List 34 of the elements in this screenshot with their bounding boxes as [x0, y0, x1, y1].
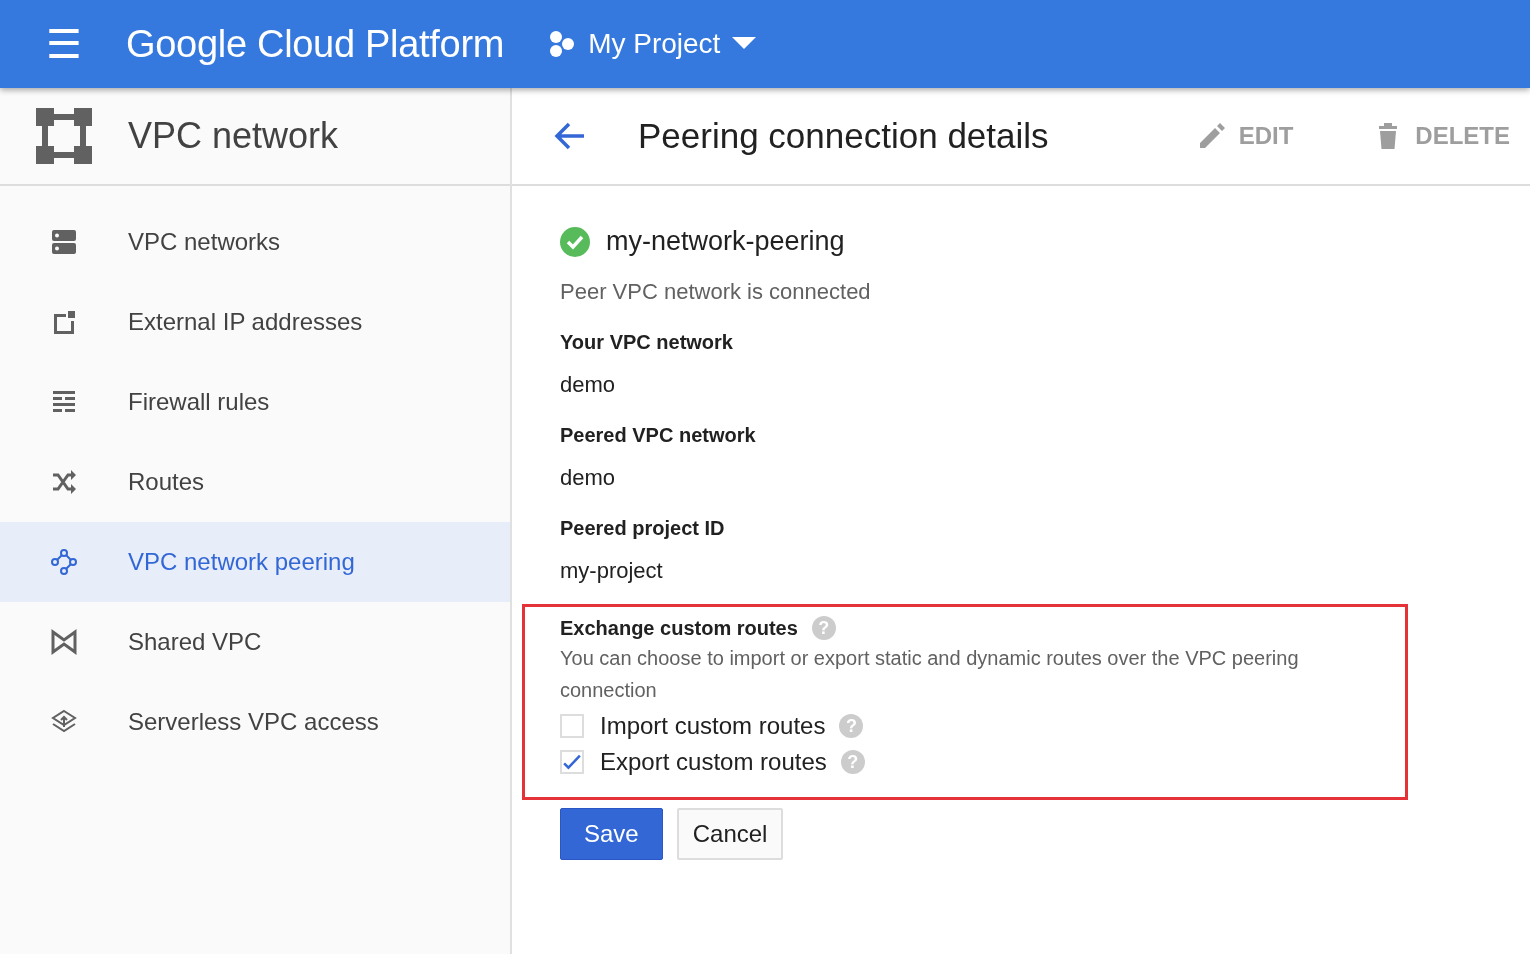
field-value: demo — [560, 372, 617, 398]
status-text: Peer VPC network is connected — [560, 279, 872, 305]
sidebar-item[interactable]: VPC network peering — [0, 522, 510, 602]
sidebar-item[interactable]: Serverless VPC access — [0, 682, 510, 762]
checkbox-label: Export custom routes — [600, 748, 827, 776]
sidebar-item[interactable]: Routes — [0, 442, 510, 522]
field-value: my-project — [560, 558, 664, 584]
section-title: Exchange custom routes — [560, 616, 798, 640]
checkbox[interactable] — [560, 714, 584, 738]
field-label: Your VPC network — [560, 331, 734, 354]
save-button[interactable]: Save — [560, 808, 663, 860]
nav-icon — [50, 548, 78, 576]
cancel-button[interactable]: Cancel — [676, 808, 784, 860]
nav-icon — [50, 468, 78, 496]
field-label: Peered VPC network — [560, 424, 757, 447]
checkbox[interactable] — [560, 750, 584, 774]
project-icon — [548, 30, 577, 58]
nav-icon — [50, 628, 78, 656]
sidebar-item[interactable]: Shared VPC — [0, 602, 510, 682]
peering-name: my-network-peering — [606, 226, 845, 257]
caret-icon — [732, 37, 757, 51]
sidebar-item[interactable]: VPC networks — [0, 202, 510, 282]
brand-name[interactable]: Google Cloud Platform — [126, 22, 505, 66]
network-logo-icon — [36, 108, 92, 164]
sidebar-item[interactable]: External IP addresses — [0, 282, 510, 362]
section-description: You can choose to import or export static and dynamic routes over the VPC peering connection — [560, 646, 1300, 703]
sidebar-title: VPC network — [128, 115, 339, 157]
project-selector[interactable]: My Project — [548, 28, 757, 60]
page-title: Peering connection details — [638, 116, 1050, 156]
nav-icon — [50, 228, 78, 256]
checkbox-label: Import custom routes — [600, 712, 826, 740]
sidebar-item[interactable]: Firewall rules — [0, 362, 510, 442]
field-label: Peered project ID — [560, 517, 726, 540]
field-value: demo — [560, 465, 617, 491]
